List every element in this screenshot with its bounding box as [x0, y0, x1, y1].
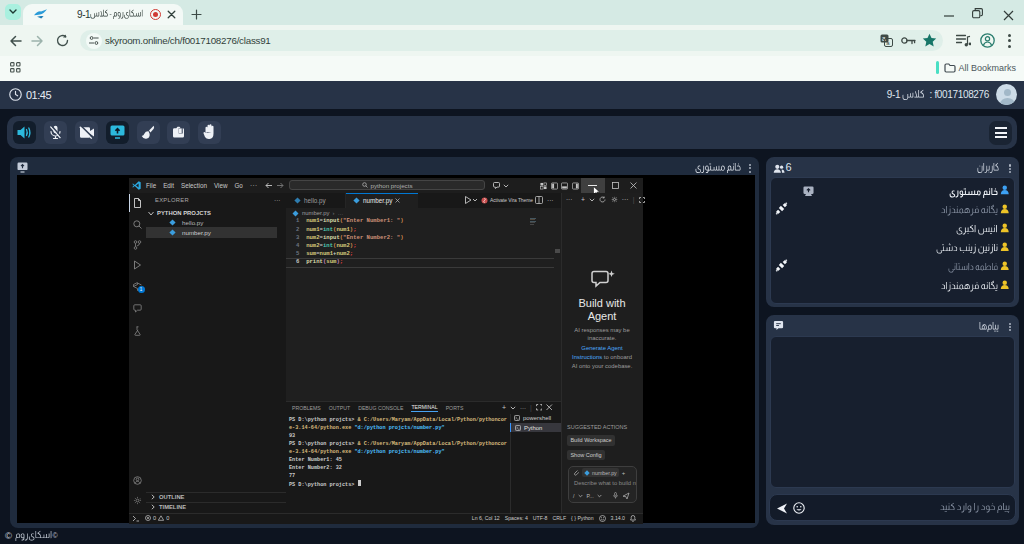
svg-text:a: a — [886, 40, 890, 46]
